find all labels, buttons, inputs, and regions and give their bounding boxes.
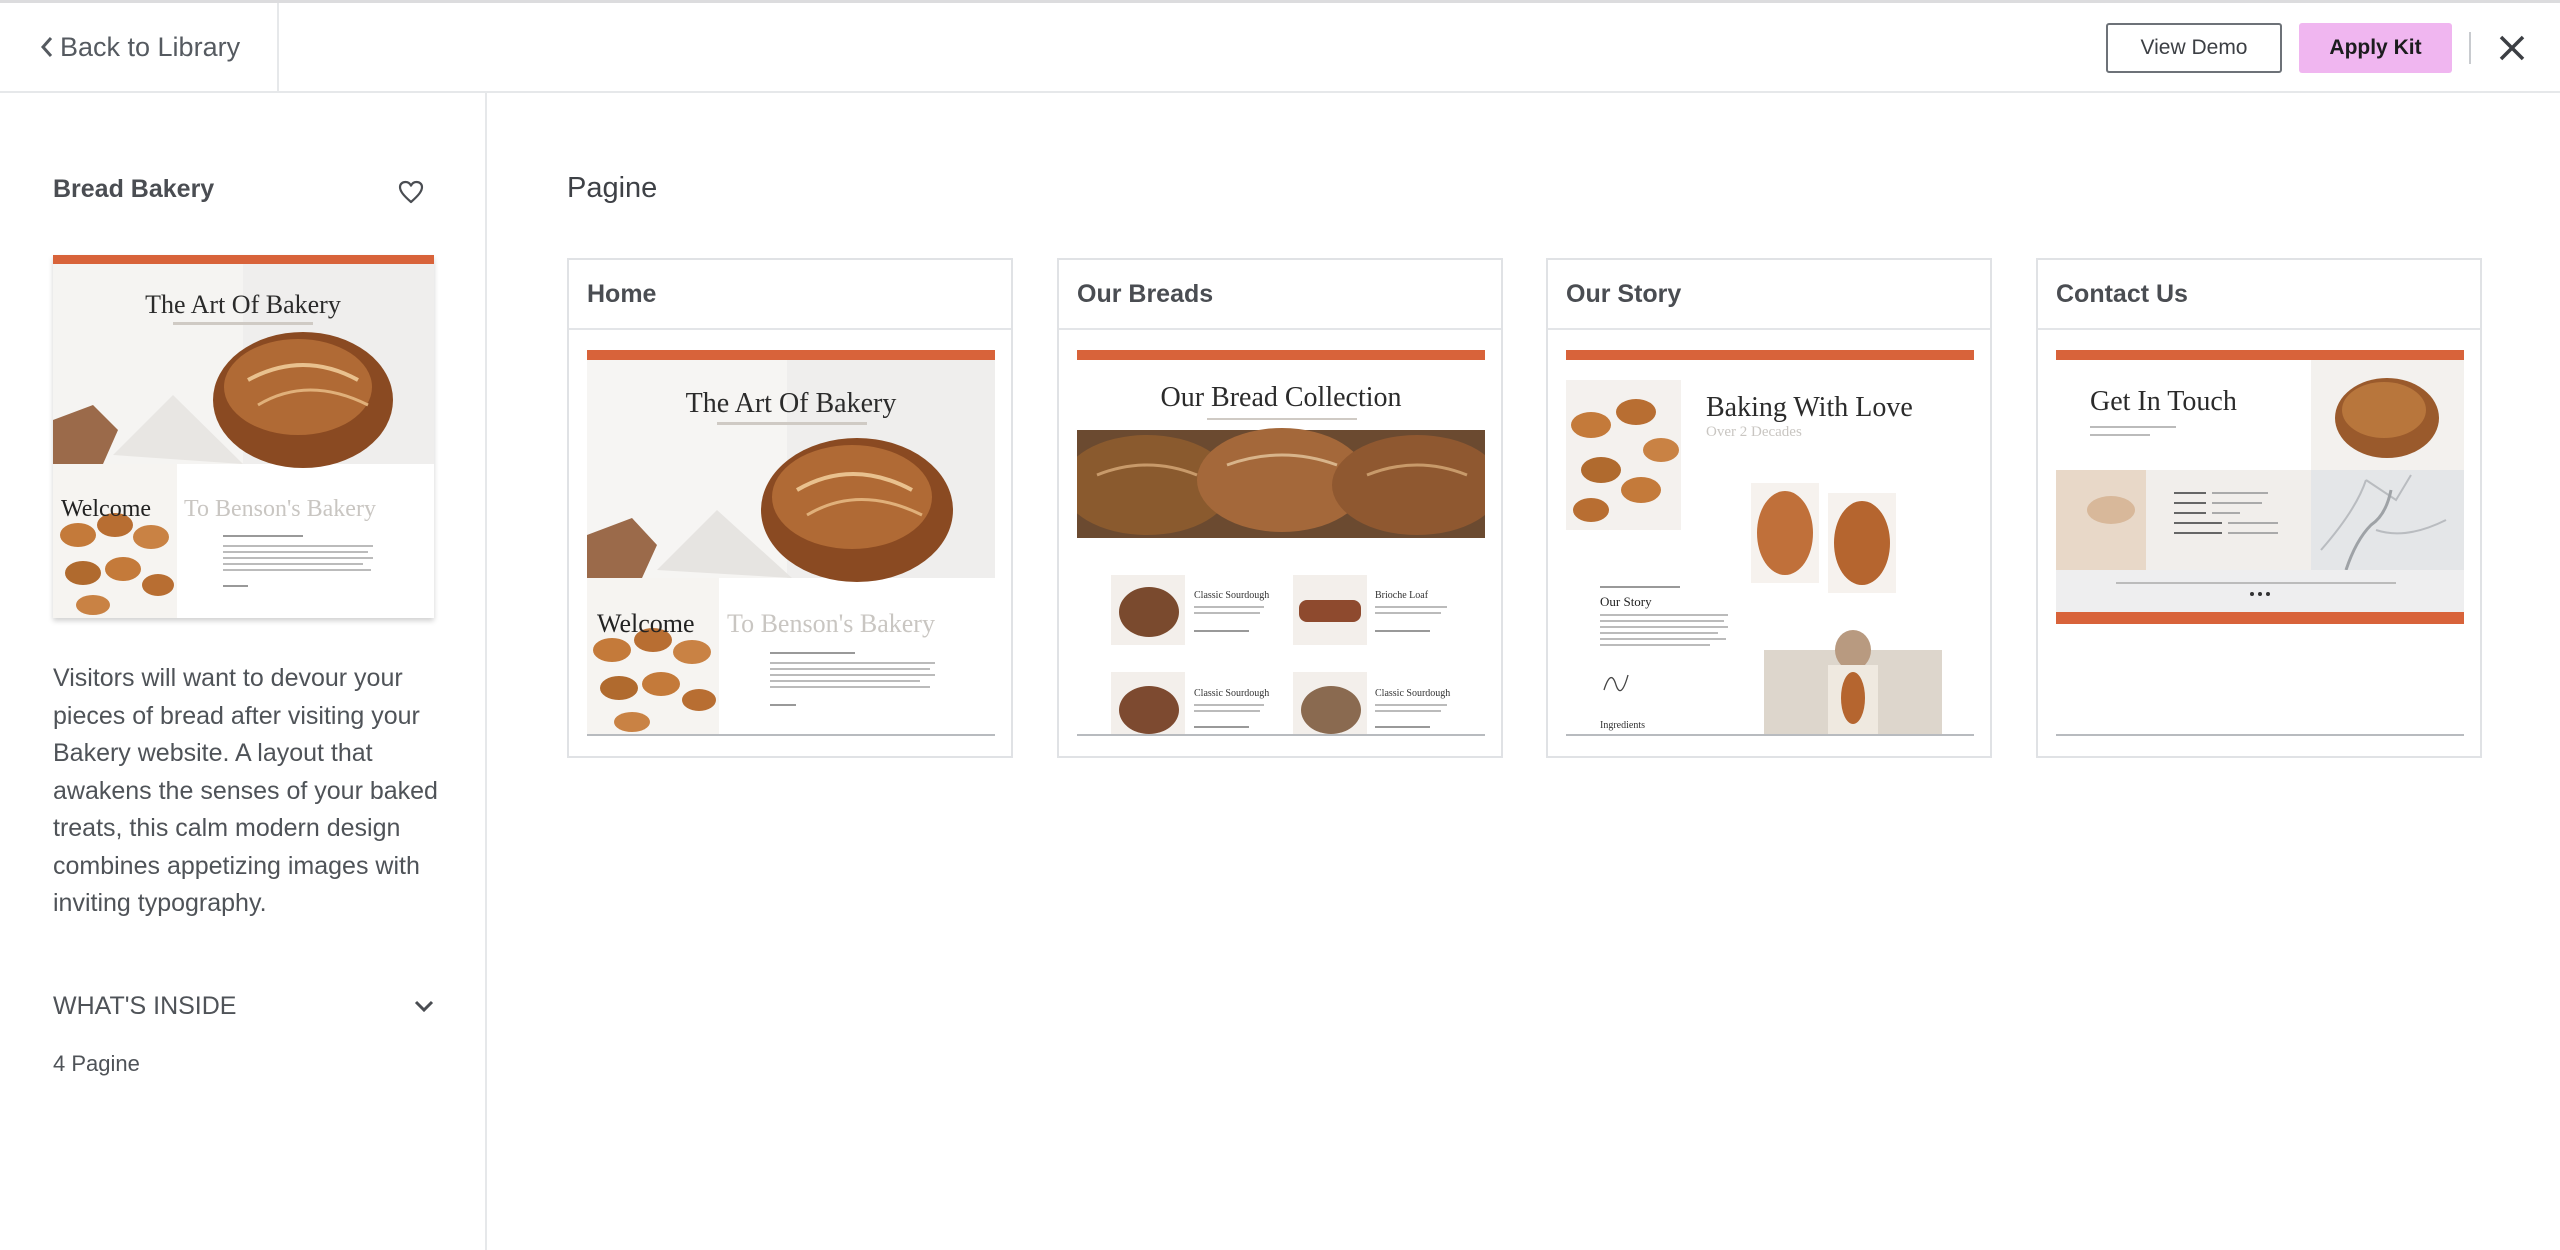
page-preview-our-breads: Our Bread Collection Classic Sourdough B… [1077,350,1485,736]
card-header: Home [569,260,1011,330]
card-header: Our Story [1548,260,1990,330]
our-breads-preview-graphic: Our Bread Collection Classic Sourdough B… [1077,350,1485,734]
card-title: Our Breads [1077,279,1214,308]
home-preview-welcome-word: Welcome [597,609,695,638]
chevron-down-icon [414,1000,434,1013]
top-bar: Back to Library View Demo Apply Kit [0,3,2560,93]
breads-preview-item-4: Classic Sourdough [1375,688,1450,699]
chevron-left-icon [40,37,53,57]
story-preview-ingredients: Ingredients [1600,720,1645,731]
card-header: Contact Us [2038,260,2480,330]
page-preview-home: The Art Of Bakery Welcome To Benson's Ba… [587,350,995,736]
view-demo-button[interactable]: View Demo [2106,23,2282,73]
page-card-contact-us[interactable]: Contact Us Get In Touch [2036,258,2482,758]
card-header: Our Breads [1059,260,1501,330]
thumb-welcome-word: Welcome [61,496,151,522]
card-title: Our Story [1566,279,1682,308]
apply-kit-button[interactable]: Apply Kit [2299,23,2452,73]
back-to-library-label: Back to Library [60,31,241,62]
whats-inside-label: WHAT'S INSIDE [53,991,237,1020]
whats-inside-toggle[interactable]: WHAT'S INSIDE [53,986,435,1026]
pages-count: 4 Pagine [53,1051,140,1076]
story-preview-story-title: Our Story [1600,594,1652,609]
page-card-home[interactable]: Home The Art Of Bakery Welcome To Benson… [567,258,1013,758]
kit-info-sidebar: Bread Bakery The Art Of Bakery Welcome T… [0,93,487,1250]
heart-icon[interactable] [397,179,425,205]
story-preview-heading: Baking With Love [1706,392,1913,423]
breads-preview-item-3: Classic Sourdough [1194,688,1269,699]
kit-description: Visitors will want to devour your pieces… [53,664,438,917]
home-preview-graphic: The Art Of Bakery Welcome To Benson's Ba… [587,350,995,734]
story-preview-subheading: Over 2 Decades [1706,424,1802,440]
section-title: Pagine [567,172,658,204]
breads-preview-item-1: Classic Sourdough [1194,590,1269,601]
contact-us-preview-graphic: Get In Touch [2056,350,2464,734]
our-story-preview-graphic: Baking With Love Over 2 Decades Our Stor… [1566,350,1974,734]
kit-thumbnail: The Art Of Bakery Welcome To Benson's Ba… [53,255,434,618]
breads-preview-item-2: Brioche Loaf [1375,590,1429,601]
home-preview-welcome-rest: To Benson's Bakery [727,609,935,638]
card-title: Contact Us [2056,279,2188,308]
page-card-our-breads[interactable]: Our Breads Our Bread Collection Classic … [1057,258,1503,758]
breads-preview-heading: Our Bread Collection [1160,382,1401,413]
card-title: Home [587,279,657,308]
kit-title: Bread Bakery [53,175,215,203]
contact-preview-heading: Get In Touch [2090,386,2237,417]
page-preview-our-story: Baking With Love Over 2 Decades Our Stor… [1566,350,1974,736]
home-preview-hero-title: The Art Of Bakery [686,388,897,419]
page-card-our-story[interactable]: Our Story Baking With Love Over 2 Decade… [1546,258,1992,758]
page-preview-contact-us: Get In Touch [2056,350,2464,736]
thumb-hero-title: The Art Of Bakery [145,290,341,319]
back-to-library-link[interactable]: Back to Library [0,3,279,91]
kit-thumbnail-graphic: The Art Of Bakery Welcome To Benson's Ba… [53,255,434,618]
close-icon[interactable] [2497,33,2527,63]
thumb-welcome-rest: To Benson's Bakery [184,496,376,522]
header-divider [2469,32,2471,64]
